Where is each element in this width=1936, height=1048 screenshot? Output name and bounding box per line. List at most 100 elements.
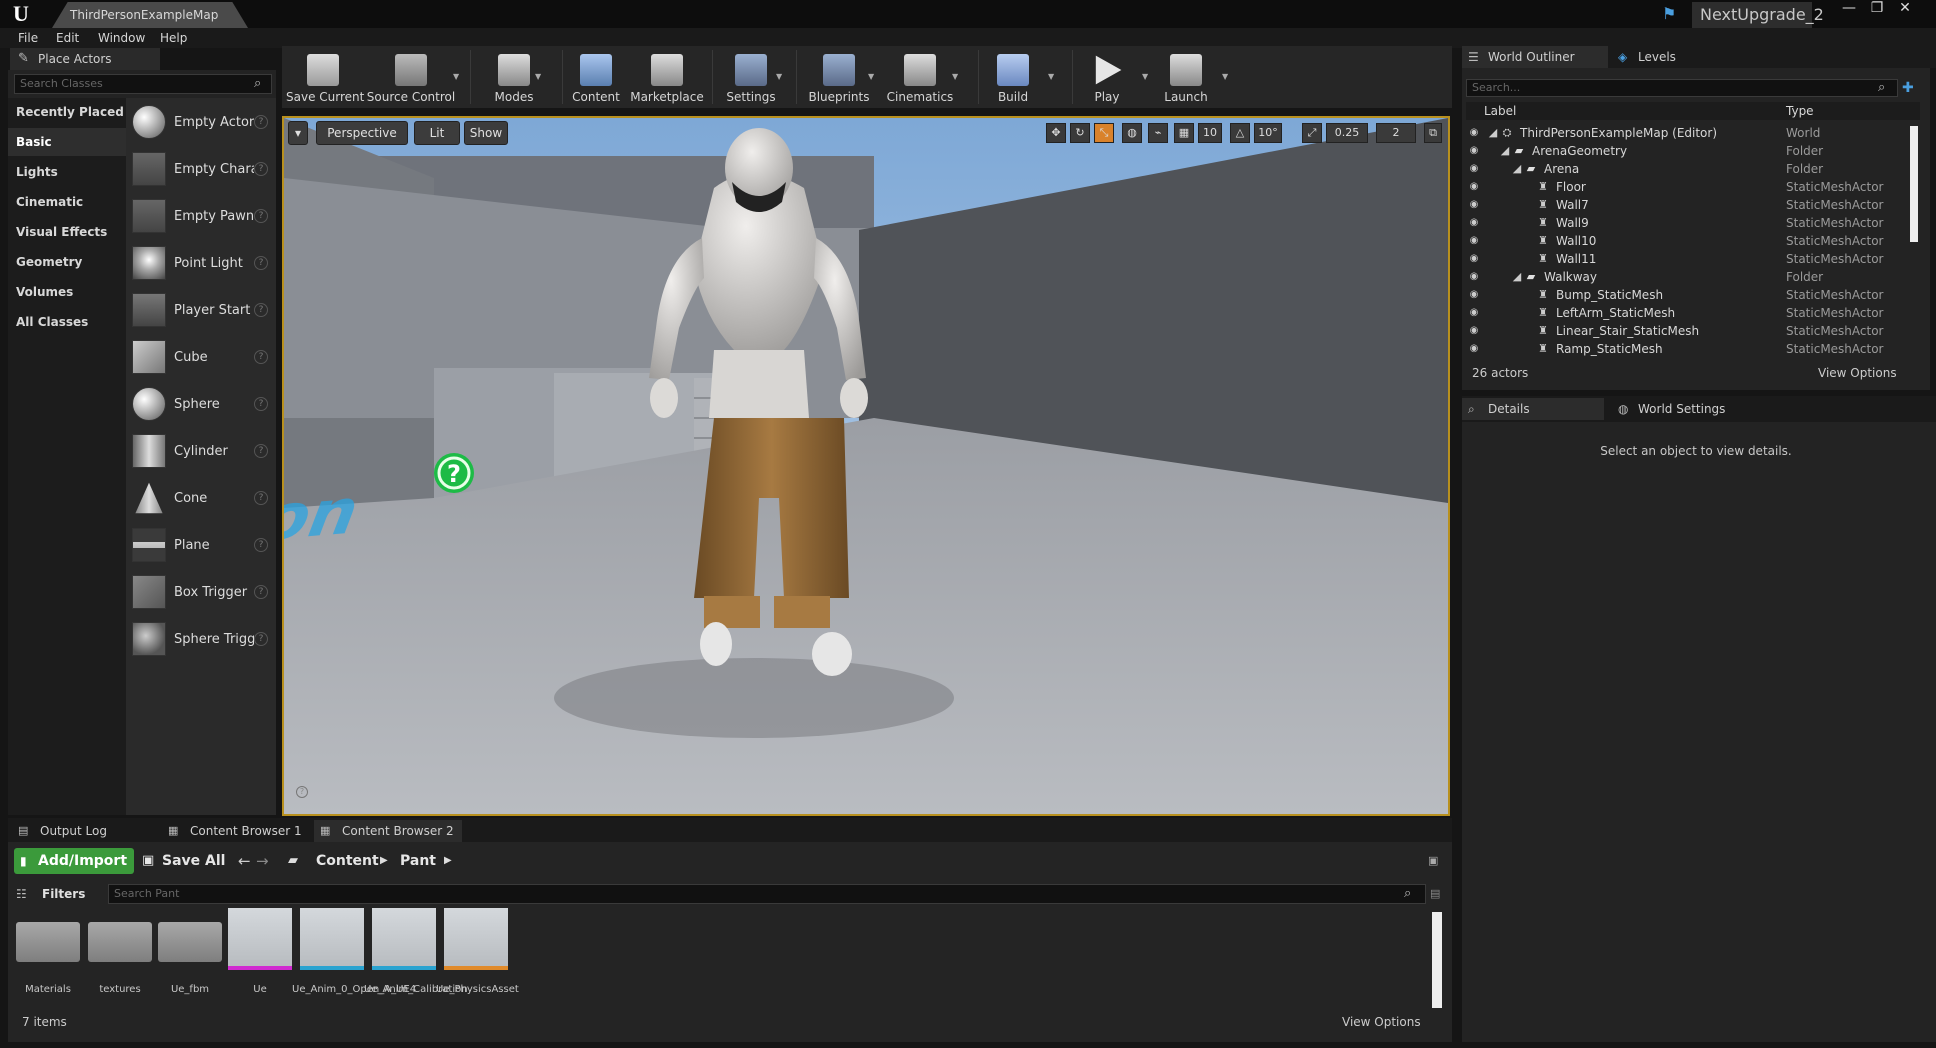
- help-icon[interactable]: ?: [254, 397, 268, 411]
- source-control-flag-icon[interactable]: ⚑: [1662, 4, 1682, 24]
- grid-snap-icon[interactable]: ▦: [1174, 123, 1194, 143]
- outliner-search-input[interactable]: Search...: [1466, 79, 1898, 97]
- help-icon[interactable]: ?: [254, 538, 268, 552]
- minimize-button[interactable]: —: [1836, 0, 1862, 18]
- level-viewport[interactable]: ? Person: [282, 116, 1450, 816]
- help-icon[interactable]: ?: [254, 115, 268, 129]
- actor-item-empty-character[interactable]: Empty Chara ?: [130, 147, 274, 193]
- outliner-row[interactable]: ◉ ◢ ⛭ ThirdPersonExampleMap (Editor) Wor…: [1466, 124, 1912, 142]
- tab-output-log[interactable]: Output Log: [12, 820, 158, 842]
- surface-snap-icon[interactable]: ⌁: [1148, 123, 1168, 143]
- cinematics-button[interactable]: Cinematics: [884, 50, 956, 106]
- category-all-classes[interactable]: All Classes: [8, 308, 126, 336]
- help-icon[interactable]: ?: [254, 491, 268, 505]
- chevron-right-icon[interactable]: ▶: [444, 852, 454, 870]
- actor-item-empty-actor[interactable]: Empty Actor ?: [130, 100, 274, 146]
- asset-physics[interactable]: Ue_PhysicsAsset: [436, 908, 519, 1008]
- help-icon[interactable]: ?: [254, 585, 268, 599]
- actor-item-cube[interactable]: Cube ?: [130, 335, 274, 381]
- content-scrollbar[interactable]: [1432, 912, 1442, 1008]
- actor-item-empty-pawn[interactable]: Empty Pawn ?: [130, 194, 274, 240]
- content-search-input[interactable]: Search Pant: [108, 884, 1426, 904]
- asset-folder[interactable]: textures: [88, 908, 152, 1008]
- camera-speed-button[interactable]: 2: [1376, 123, 1416, 143]
- blueprints-button[interactable]: Blueprints: [804, 50, 874, 106]
- chevron-down-icon[interactable]: ▼: [776, 72, 786, 82]
- close-button[interactable]: ✕: [1892, 0, 1918, 18]
- outliner-row[interactable]: ◉ ♜ Wall7 StaticMeshActor: [1466, 196, 1912, 214]
- maximize-viewport-icon[interactable]: ⧉: [1424, 123, 1442, 143]
- play-button[interactable]: Play: [1082, 50, 1132, 106]
- filters-button[interactable]: Filters: [38, 884, 102, 904]
- visibility-eye-icon[interactable]: ◉: [1466, 324, 1482, 338]
- help-icon[interactable]: ?: [254, 350, 268, 364]
- show-button[interactable]: Show: [464, 121, 508, 145]
- chevron-down-icon[interactable]: ▼: [535, 72, 545, 82]
- visibility-eye-icon[interactable]: ◉: [1466, 234, 1482, 248]
- chevron-down-icon[interactable]: ▼: [1048, 72, 1058, 82]
- outliner-row[interactable]: ◉ ♜ Ramp_StaticMesh StaticMeshActor: [1466, 340, 1912, 358]
- save-search-icon[interactable]: ▤: [1430, 886, 1444, 902]
- help-icon[interactable]: ?: [254, 162, 268, 176]
- viewport-options-button[interactable]: ▾: [288, 121, 308, 145]
- rotate-icon[interactable]: ↻: [1070, 123, 1090, 143]
- rotation-snap-icon[interactable]: △: [1230, 123, 1250, 143]
- expand-arrow-icon[interactable]: ◢: [1510, 270, 1524, 284]
- visibility-eye-icon[interactable]: ◉: [1466, 198, 1482, 212]
- menu-help[interactable]: Help: [160, 28, 187, 48]
- search-icon[interactable]: ⌕: [254, 76, 270, 92]
- column-label[interactable]: Label: [1484, 102, 1516, 120]
- tab-world-settings[interactable]: World Settings: [1612, 398, 1758, 420]
- chevron-down-icon[interactable]: ▼: [1142, 72, 1152, 82]
- unreal-logo-icon[interactable]: U: [8, 2, 34, 26]
- save-current-button[interactable]: Save Current: [286, 50, 364, 106]
- asset-animation[interactable]: Ue_Anim_Calibration: [364, 908, 468, 1008]
- visibility-eye-icon[interactable]: ◉: [1466, 288, 1482, 302]
- help-icon[interactable]: ?: [254, 632, 268, 646]
- source-control-button[interactable]: Source Control: [366, 50, 456, 106]
- category-cinematic[interactable]: Cinematic: [8, 188, 126, 216]
- expand-arrow-icon[interactable]: ◢: [1486, 126, 1500, 140]
- expand-arrow-icon[interactable]: ◢: [1510, 162, 1524, 176]
- category-basic[interactable]: Basic: [8, 128, 126, 156]
- tab-content-browser-2[interactable]: Content Browser 2: [314, 820, 462, 842]
- category-visual-effects[interactable]: Visual Effects: [8, 218, 126, 246]
- sources-toggle-icon[interactable]: ☷: [16, 886, 32, 902]
- menu-window[interactable]: Window: [98, 28, 145, 48]
- translate-icon[interactable]: ✥: [1046, 123, 1066, 143]
- content-view-options-button[interactable]: View Options: [1342, 1014, 1421, 1030]
- scale-snap-value[interactable]: 0.25: [1326, 123, 1368, 143]
- visibility-eye-icon[interactable]: ◉: [1466, 144, 1482, 158]
- actor-item-box-trigger[interactable]: Box Trigger ?: [130, 570, 274, 616]
- scale-icon[interactable]: ⤡: [1094, 123, 1114, 143]
- help-icon[interactable]: ?: [254, 209, 268, 223]
- outliner-row[interactable]: ◉ ◢ ▰ ArenaGeometry Folder: [1466, 142, 1912, 160]
- asset-folder[interactable]: Ue_fbm: [158, 908, 222, 1008]
- asset-folder[interactable]: Materials: [16, 908, 80, 1008]
- marketplace-button[interactable]: Marketplace: [630, 50, 704, 106]
- help-icon[interactable]: ?: [254, 256, 268, 270]
- outliner-row[interactable]: ◉ ♜ Bump_StaticMesh StaticMeshActor: [1466, 286, 1912, 304]
- lit-button[interactable]: Lit: [414, 121, 460, 145]
- document-tab[interactable]: ThirdPersonExampleMap: [52, 2, 248, 28]
- actor-item-sphere[interactable]: Sphere ?: [130, 382, 274, 428]
- chevron-down-icon[interactable]: ▼: [453, 72, 463, 82]
- scale-snap-icon[interactable]: ⤢: [1302, 123, 1322, 143]
- search-icon[interactable]: ⌕: [1878, 80, 1894, 96]
- world-space-icon[interactable]: ◍: [1122, 123, 1142, 143]
- outliner-row[interactable]: ◉ ♜ Floor StaticMeshActor: [1466, 178, 1912, 196]
- tab-world-outliner[interactable]: World Outliner: [1462, 46, 1608, 68]
- breadcrumb-pant[interactable]: Pant: [400, 848, 436, 874]
- visibility-eye-icon[interactable]: ◉: [1466, 270, 1482, 284]
- visibility-eye-icon[interactable]: ◉: [1466, 252, 1482, 266]
- visibility-eye-icon[interactable]: ◉: [1466, 306, 1482, 320]
- back-arrow-icon[interactable]: ←: [238, 850, 254, 872]
- category-lights[interactable]: Lights: [8, 158, 126, 186]
- category-volumes[interactable]: Volumes: [8, 278, 126, 306]
- actor-item-cone[interactable]: Cone ?: [130, 476, 274, 522]
- restore-button[interactable]: ❐: [1864, 0, 1890, 18]
- settings-button[interactable]: Settings: [720, 50, 782, 106]
- chevron-down-icon[interactable]: ▼: [952, 72, 962, 82]
- outliner-view-options-button[interactable]: View Options: [1818, 364, 1897, 382]
- visibility-eye-icon[interactable]: ◉: [1466, 180, 1482, 194]
